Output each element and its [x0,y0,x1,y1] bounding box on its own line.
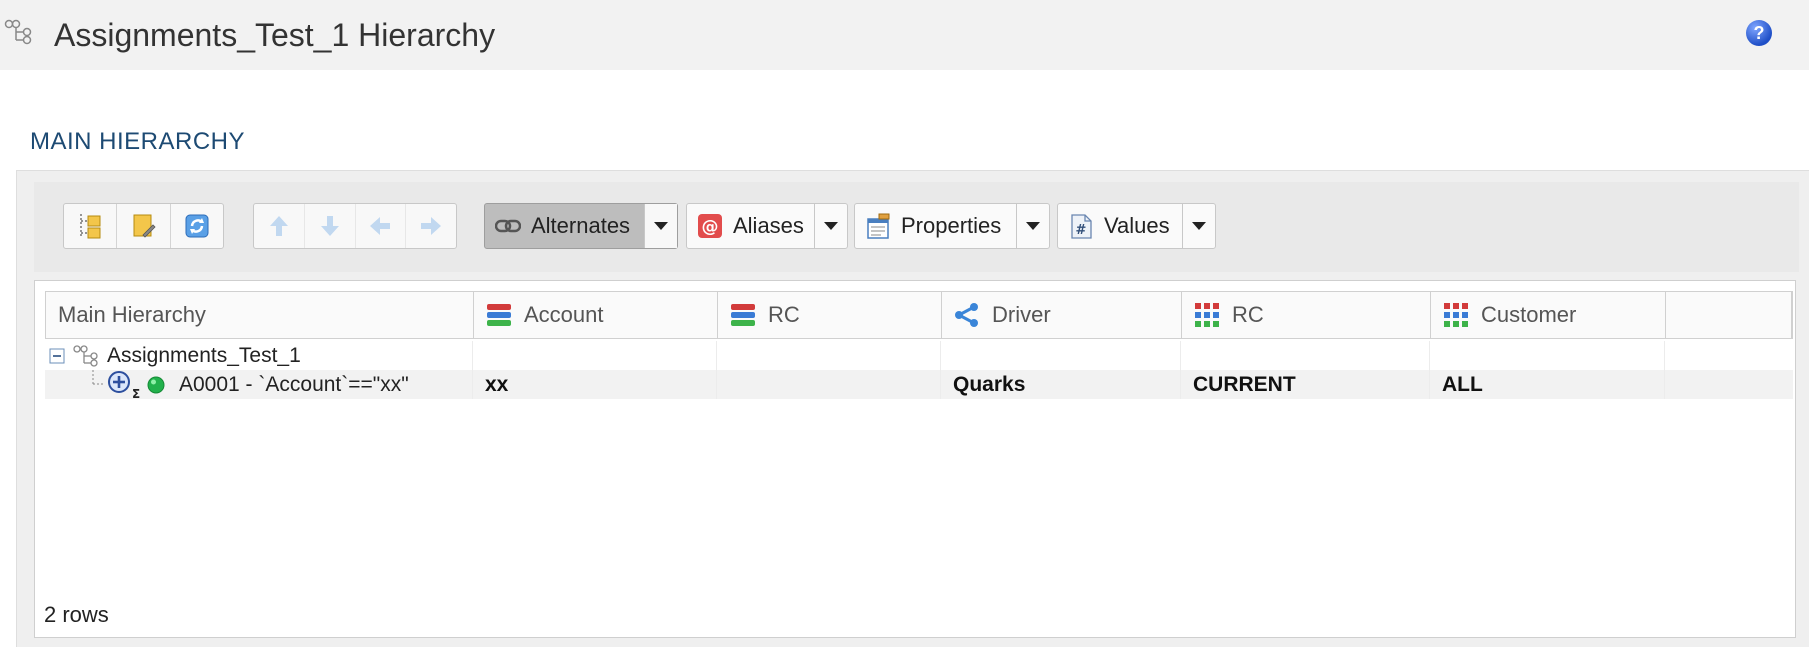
cell-driver: Quarks [941,370,1181,399]
cell-account [473,341,717,370]
grid-header: Main Hierarchy Account RC Driver RC Cust… [45,291,1793,339]
tree-cell: Σ A0001 - `Account`=="xx" [45,370,473,399]
grid-dots-icon [1195,303,1219,327]
values-dropdown[interactable] [1182,204,1215,248]
values-split-button: # Values [1057,203,1216,249]
grid-dots-icon [1444,303,1468,327]
tree-actions-group [63,203,224,249]
title-bar: Assignments_Test_1 Hierarchy ? [0,0,1809,70]
properties-label: Properties [901,213,1002,238]
column-header-main-hierarchy[interactable]: Main Hierarchy [46,292,474,338]
move-left-button[interactable] [356,204,407,248]
move-up-button[interactable] [254,204,305,248]
values-button[interactable]: # Values [1058,204,1182,248]
svg-text:@: @ [702,217,719,237]
link-icon [495,219,521,233]
dimension-bars-icon [731,304,755,326]
chevron-down-icon [1192,222,1207,230]
arrow-up-icon [269,216,288,236]
cell-rc-2: CURRENT [1181,370,1430,399]
hash-icon: # [1071,214,1092,239]
arrow-right-icon [421,217,442,235]
alternates-label: Alternates [531,213,631,238]
column-label: RC [1232,302,1264,327]
tree-connector [92,370,105,385]
table-row[interactable]: Assignments_Test_1 [45,341,1793,370]
collapse-icon[interactable] [49,348,65,364]
row-name: Assignments_Test_1 [107,343,301,367]
column-header-account[interactable]: Account [474,292,718,338]
cell-rc-2 [1181,341,1430,370]
edit-member-button[interactable] [117,204,171,248]
cell-rc [717,370,941,399]
note-edit-icon [133,214,157,238]
section-title: MAIN HIERARCHY [30,128,246,155]
move-actions-group [253,203,457,249]
status-green-icon [147,376,165,393]
properties-split-button: Properties [854,203,1050,249]
chevron-down-icon [824,222,839,230]
column-label: Customer [1481,302,1577,327]
alternates-split-button: Alternates [484,203,678,249]
add-member-button[interactable] [64,204,118,248]
column-header-driver[interactable]: Driver [942,292,1182,338]
cell-driver [941,341,1181,370]
svg-text:Σ: Σ [132,387,140,399]
arrow-left-icon [370,217,391,235]
refresh-icon [185,214,209,238]
column-label: Account [524,302,604,327]
properties-dropdown[interactable] [1016,204,1049,248]
aliases-split-button: @ Aliases [686,203,848,249]
values-label: Values [1104,213,1170,238]
properties-button[interactable]: Properties [855,204,1016,248]
move-right-button[interactable] [406,204,456,248]
page-title: Assignments_Test_1 Hierarchy [54,17,496,53]
column-header-rc[interactable]: RC [718,292,942,338]
table-row[interactable]: Σ A0001 - `Account`=="xx" xx Quarks CURR… [45,370,1793,399]
aliases-label: Aliases [733,213,804,238]
chevron-down-icon [1026,222,1041,230]
alternates-dropdown[interactable] [644,204,677,248]
column-spacer [1666,292,1792,338]
aliases-dropdown[interactable] [814,204,847,248]
cell-customer: ALL [1430,370,1665,399]
hierarchy-icon [4,19,32,45]
svg-text:#: # [1076,223,1087,238]
cell-rc [717,341,941,370]
column-label: Driver [992,302,1051,327]
at-icon: @ [698,214,722,238]
help-icon[interactable]: ? [1746,20,1772,46]
arrow-down-icon [320,216,339,236]
column-label: RC [768,302,800,327]
cell-extra [1665,341,1793,370]
aliases-button[interactable]: @ Aliases [687,204,814,248]
column-header-customer[interactable]: Customer [1431,292,1666,338]
refresh-button[interactable] [171,204,223,248]
cell-account: xx [473,370,717,399]
driver-share-icon [955,303,978,327]
row-name: A0001 - `Account`=="xx" [179,372,409,396]
formula-member-icon: Σ [108,370,140,399]
tree-cell: Assignments_Test_1 [45,341,473,370]
hierarchy-icon [73,344,98,367]
column-header-rc-2[interactable]: RC [1182,292,1431,338]
properties-icon [867,213,890,239]
alternates-button[interactable]: Alternates [485,204,644,248]
hierarchy-grid: Main Hierarchy Account RC Driver RC Cust… [34,280,1796,638]
add-member-icon [80,214,101,239]
row-count: 2 rows [44,602,109,627]
chevron-down-icon [654,222,669,230]
dimension-bars-icon [487,304,511,326]
cell-extra [1665,370,1793,399]
move-down-button[interactable] [305,204,356,248]
cell-customer [1430,341,1665,370]
column-label: Main Hierarchy [58,302,206,327]
